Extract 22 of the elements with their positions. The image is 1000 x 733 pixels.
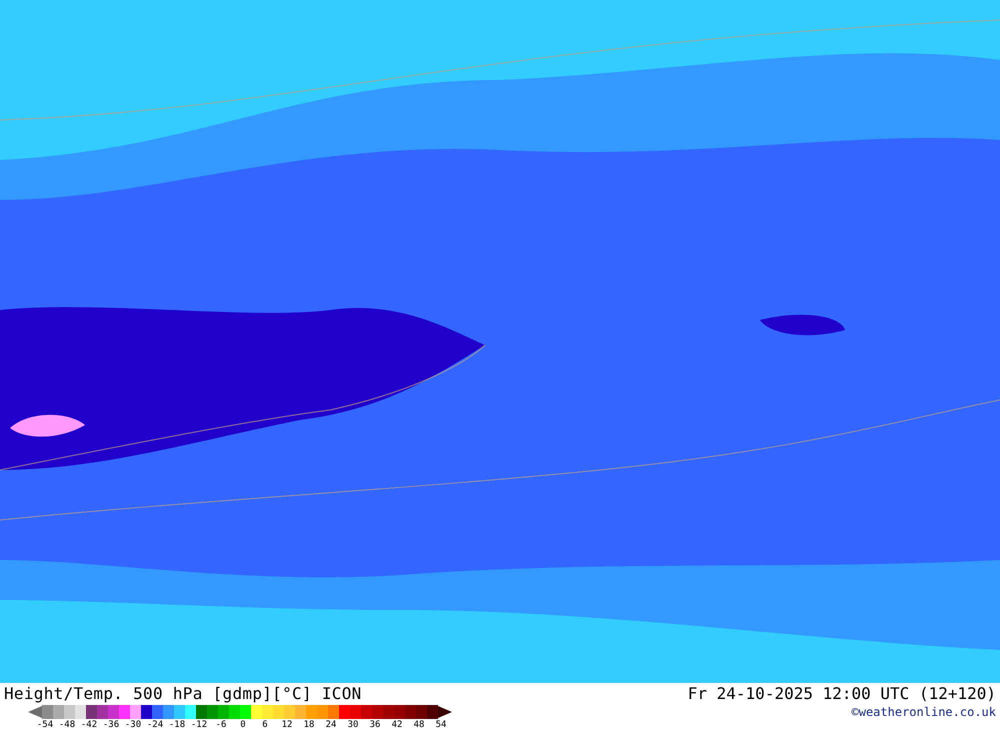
scale-tick-label: -48 <box>58 719 76 731</box>
map-title: Height/Temp. 500 hPa [gdmp][°C] ICON <box>4 683 363 705</box>
credit-text: ©weatheronline.co.uk <box>852 705 996 721</box>
scale-tick-label: 24 <box>324 719 338 731</box>
scale-tick-label: 48 <box>412 719 426 731</box>
scale-tick-label: -54 <box>36 719 54 731</box>
scale-tick-label: -36 <box>102 719 120 731</box>
scale-tick-label: -24 <box>146 719 164 731</box>
scale-tick-label: 54 <box>434 719 448 731</box>
scale-tick-label: 36 <box>368 719 382 731</box>
scale-tick-label: 12 <box>280 719 294 731</box>
scale-tick-label: 6 <box>261 719 269 731</box>
scale-tick-label: -30 <box>124 719 142 731</box>
scale-tick-label: -6 <box>214 719 228 731</box>
scale-tick-label: 42 <box>390 719 404 731</box>
scale-tick-label: -42 <box>80 719 98 731</box>
scale-tick-label: -12 <box>190 719 208 731</box>
forecast-datetime: Fr 24-10-2025 12:00 UTC (12+120) <box>688 683 996 705</box>
scale-tick-label: -18 <box>168 719 186 731</box>
scale-tick-label: 18 <box>302 719 316 731</box>
scale-tick-label: 30 <box>346 719 360 731</box>
scale-tick-label: 0 <box>239 719 247 731</box>
